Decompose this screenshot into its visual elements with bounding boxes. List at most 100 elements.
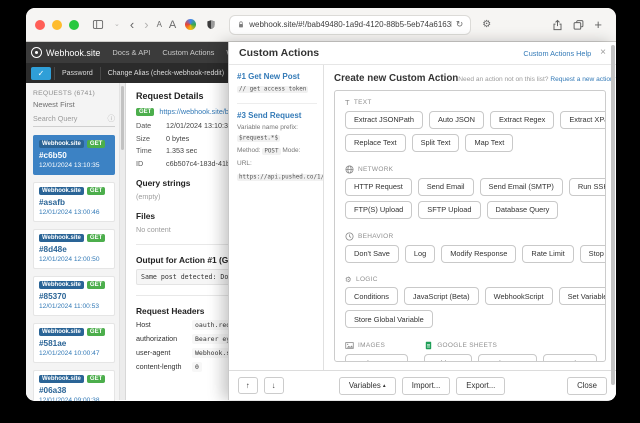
url-bar[interactable]: webhook.site/#!/bab49480-1a9d-4120-88b5-… (229, 14, 472, 35)
action-section: T TEXT Extract JSONPath Auto JSON Extract Re… (345, 98, 605, 157)
move-down-button[interactable]: ↓ (263, 377, 284, 394)
action-type-button[interactable]: Conditions (345, 287, 398, 305)
share-icon[interactable] (552, 19, 563, 31)
action-code: POST (262, 147, 281, 155)
action-type-button[interactable]: Modify Response (441, 244, 517, 263)
font-larger-button[interactable]: A (169, 19, 176, 31)
reload-icon[interactable]: ↻ (456, 19, 464, 30)
section-row: IMAGES Resize Image GOOGLE SHEETS Add Row Up… (345, 341, 597, 361)
close-button[interactable]: Close (567, 376, 607, 395)
action-type-button[interactable]: Map Text (465, 133, 514, 152)
info-icon[interactable]: ⓘ (108, 113, 116, 124)
modal-footer: ↑ ↓ Variables ▴ Import... Export... Clos… (229, 370, 616, 400)
action-type-button[interactable]: Extract JSONPath (345, 110, 423, 129)
change-alias-button[interactable]: Change Alias (check-webhook-reddit) (99, 66, 231, 80)
request-timestamp: 12/01/2024 13:10:35 (39, 162, 100, 169)
nav-custom-actions[interactable]: Custom Actions (162, 48, 214, 57)
action-type-button[interactable]: Store Global Variable (345, 310, 433, 328)
action-type-button[interactable]: WebhookScript (484, 287, 553, 305)
action-type-button[interactable]: Extract XPath (560, 110, 605, 129)
action-type-button[interactable]: Get Values (542, 354, 597, 361)
chevron-down-icon[interactable]: ⌄ (114, 21, 120, 28)
search-row: ⓘ (33, 113, 115, 127)
back-button[interactable]: ‹ (130, 18, 134, 31)
variables-dropdown-button[interactable]: Variables ▴ (338, 376, 396, 395)
font-smaller-button[interactable]: A (157, 20, 162, 29)
request-timestamp: 12/01/2024 11:00:53 (39, 303, 100, 310)
need-action-text: Need an action not on this list? Request… (458, 76, 616, 83)
text-icon: T (345, 98, 350, 107)
action-type-button[interactable]: SFTP Upload (418, 200, 481, 219)
search-input[interactable] (33, 114, 95, 123)
import-button[interactable]: Import... (401, 376, 451, 395)
request-timestamp: 12/01/2024 10:00:47 (39, 350, 100, 357)
action-type-button[interactable]: Set Variable (558, 287, 605, 305)
new-tab-button[interactable]: + (594, 18, 602, 31)
action-label: Variable name prefix: (237, 123, 298, 131)
request-list-item[interactable]: Webhook.site GET #581ae 12/01/2024 10:00:47 (33, 323, 115, 363)
globe-icon (345, 164, 354, 174)
brand[interactable]: Webhook.site (31, 47, 100, 58)
action-type-button[interactable]: HTTP Request (345, 177, 412, 196)
request-list-item[interactable]: Webhook.site GET #8d48e 12/01/2024 12:00:50 (33, 229, 115, 269)
action-type-button[interactable]: Run SSH Command (568, 177, 605, 196)
minimize-window-button[interactable] (52, 19, 62, 30)
extension-pinwheel-icon[interactable] (185, 19, 197, 30)
action-type-button[interactable]: Send Email (SMTP) (479, 177, 563, 196)
request-list-item[interactable]: Webhook.site GET #85370 12/01/2024 11:00:53 (33, 276, 115, 316)
action-type-button[interactable]: Resize Image (345, 354, 409, 361)
action-type-button[interactable]: Don't Save (345, 244, 399, 263)
detail-label: Size (136, 133, 150, 143)
page-scrollbar[interactable] (610, 45, 615, 395)
forward-button[interactable]: › (144, 18, 148, 31)
action-name-link[interactable]: #3 Send Request (237, 111, 317, 120)
verified-check-button[interactable]: ✓ (31, 66, 51, 80)
method-badge: GET (86, 140, 106, 148)
zoom-window-button[interactable] (69, 19, 79, 30)
section-label: IMAGES (358, 342, 386, 349)
action-section: GOOGLE SHEETS Add Row Update Row Get Values (424, 341, 597, 361)
action-type-button[interactable]: Rate Limit (522, 244, 574, 263)
request-list-item[interactable]: Webhook.site GET #c6b50 12/01/2024 13:10:35 (33, 135, 115, 175)
export-button[interactable]: Export... (456, 376, 506, 395)
sidebar-scrollbar[interactable] (119, 83, 125, 400)
action-type-button[interactable]: FTP(S) Upload (345, 200, 413, 219)
sidebar-toggle-icon[interactable] (92, 19, 104, 30)
nav-docs-api[interactable]: Docs & API (112, 48, 150, 57)
caret-up-icon: ▴ (382, 383, 386, 389)
tab-overview-icon[interactable] (573, 19, 584, 31)
action-type-button[interactable]: Add Row (424, 354, 473, 361)
button-row: HTTP Request Send Email Send Email (SMTP) R… (345, 177, 605, 196)
action-name-link[interactable]: #1 Get New Post (237, 72, 317, 81)
modal-title: Custom Actions (239, 47, 320, 59)
close-icon[interactable]: × (600, 48, 606, 58)
action-code: https://api.pushed.co/1/push (237, 173, 323, 181)
image-icon (345, 342, 354, 349)
settings-gear-icon[interactable]: ⚙ (482, 19, 491, 30)
action-type-button[interactable]: Split Text (411, 133, 460, 152)
section-row: NETWORK HTTP Request Send Email Send Email … (345, 164, 605, 224)
action-type-button[interactable]: Log (404, 244, 436, 263)
move-up-button[interactable]: ↑ (238, 377, 258, 394)
source-badge: Webhook.site (39, 281, 84, 289)
custom-action-item[interactable]: #1 Get New Post // get access token (237, 72, 317, 104)
action-type-button[interactable]: Update Row (478, 354, 537, 361)
close-window-button[interactable] (35, 19, 45, 30)
password-button[interactable]: Password (54, 66, 100, 80)
request-list-item[interactable]: Webhook.site GET #06a38 12/01/2024 09:00:38 (33, 370, 115, 401)
custom-action-item[interactable]: #3 Send Request Variable name prefix: $re… (237, 111, 323, 191)
custom-actions-help-link[interactable]: Custom Actions Help (523, 49, 591, 58)
action-type-button[interactable]: Stop (579, 244, 605, 263)
request-url-link[interactable]: https://webhook.site/b (159, 107, 229, 116)
action-detail-line: Variable name prefix: $request.*$ (237, 123, 317, 144)
action-type-button[interactable]: Database Query (486, 200, 559, 219)
shield-extension-icon[interactable] (206, 19, 216, 30)
request-action-type-link[interactable]: Request a new action type (550, 76, 616, 83)
action-type-button[interactable]: Replace Text (345, 133, 406, 152)
action-type-button[interactable]: JavaScript (Beta) (403, 287, 479, 305)
request-list-item[interactable]: Webhook.site GET #asafb 12/01/2024 13:00:46 (33, 182, 115, 222)
action-type-button[interactable]: Auto JSON (428, 110, 484, 129)
sort-order-link[interactable]: Newest First (33, 100, 115, 109)
action-type-button[interactable]: Send Email (417, 177, 474, 196)
action-type-button[interactable]: Extract Regex (489, 110, 555, 129)
